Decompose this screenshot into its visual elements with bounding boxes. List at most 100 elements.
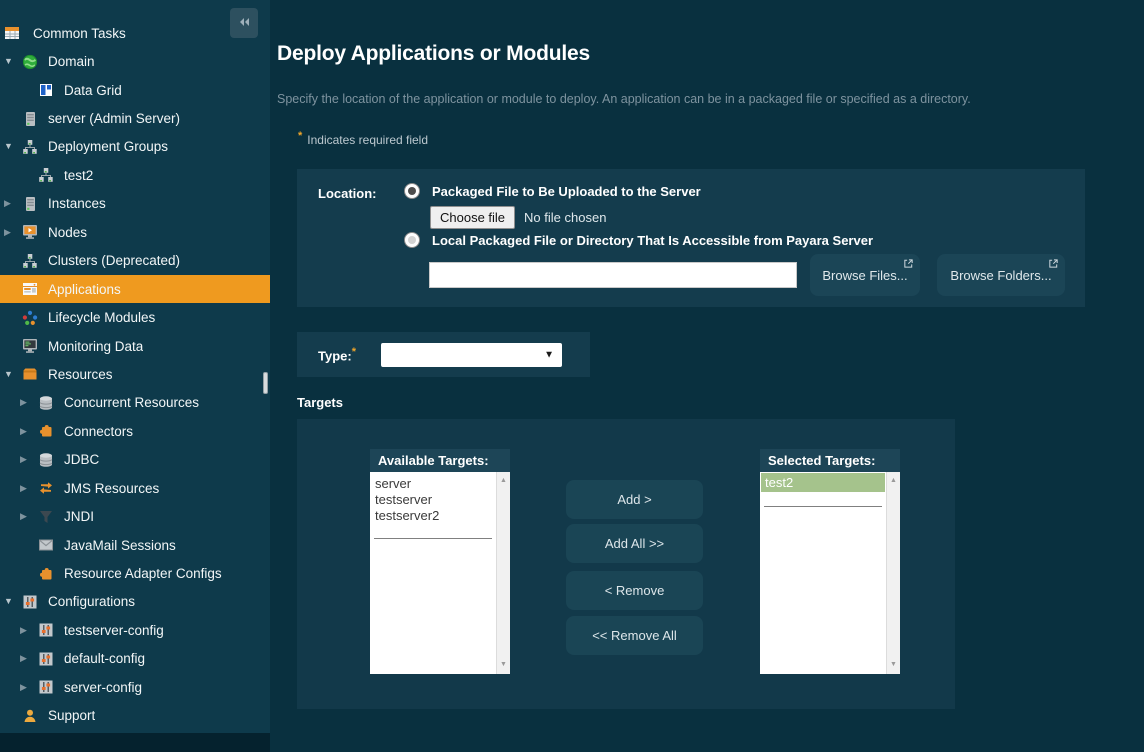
sidebar-item-resources[interactable]: ▼Resources [0, 360, 270, 388]
type-panel: Type:* ▼ [297, 332, 590, 377]
path-row: Browse Files... Browse Folders... [429, 254, 1065, 296]
config-sliders-icon [38, 679, 54, 695]
local-path-input[interactable] [429, 262, 797, 288]
page-title: Deploy Applications or Modules [277, 42, 1144, 66]
choose-file-button[interactable]: Choose file [430, 206, 515, 229]
sidebar-item-testserver-config[interactable]: ▶testserver-config [0, 616, 270, 644]
external-link-icon [1048, 258, 1059, 269]
tree-collapsed-arrow-icon[interactable]: ▶ [20, 626, 38, 635]
selected-target-item-test2[interactable]: test2 [761, 473, 885, 492]
sidebar-item-clusters-deprecated[interactable]: Clusters (Deprecated) [0, 247, 270, 275]
sidebar-item-data-grid[interactable]: Data Grid [0, 76, 270, 104]
lifecycle-icon [22, 310, 38, 326]
scroll-up-icon[interactable]: ▲ [497, 476, 510, 486]
sidebar-item-domain[interactable]: ▼ Domain [0, 47, 270, 75]
sidebar-item-label: default-config [64, 651, 145, 666]
browse-folders-button[interactable]: Browse Folders... [937, 254, 1065, 296]
required-field-note: *Indicates required field [298, 130, 1144, 147]
sidebar-item-label: Connectors [64, 424, 133, 439]
sidebar-item-jms-resources[interactable]: ▶ JMS Resources [0, 474, 270, 502]
tree-collapsed-arrow-icon[interactable]: ▶ [4, 199, 22, 208]
sidebar-item-support[interactable]: Support [0, 702, 270, 730]
config-sliders-icon [22, 594, 38, 610]
targets-heading: Targets [297, 395, 1144, 410]
file-chooser-row: Choose file No file chosen [430, 206, 606, 229]
selected-targets-box: Selected Targets: test2 ▲ ▼ [760, 449, 900, 674]
jms-arrows-icon [38, 480, 54, 496]
tree-collapsed-arrow-icon[interactable]: ▶ [20, 683, 38, 692]
scroll-down-icon[interactable]: ▼ [887, 660, 900, 670]
tree-collapsed-arrow-icon[interactable]: ▶ [20, 427, 38, 436]
sidebar-item-server-admin-server[interactable]: server (Admin Server) [0, 104, 270, 132]
selected-targets-scrollbar[interactable]: ▲ ▼ [886, 472, 900, 674]
sidebar-item-jndi[interactable]: ▶JNDI [0, 502, 270, 530]
sidebar-item-lifecycle-modules[interactable]: Lifecycle Modules [0, 303, 270, 331]
upload-radio-label: Packaged File to Be Uploaded to the Serv… [432, 184, 701, 199]
local-option-row: Local Packaged File or Directory That Is… [404, 232, 873, 248]
sidebar-item-label: server-config [64, 680, 142, 695]
tree-collapsed-arrow-icon[interactable]: ▶ [20, 398, 38, 407]
config-sliders-icon [38, 622, 54, 638]
database-icon [38, 452, 54, 468]
sidebar-item-nodes[interactable]: ▶Nodes [0, 218, 270, 246]
location-label: Location: [318, 186, 377, 201]
sidebar-scrollbar-thumb[interactable] [263, 372, 268, 394]
tree-collapsed-arrow-icon[interactable]: ▶ [4, 228, 22, 237]
dropdown-caret-icon: ▼ [544, 349, 554, 360]
sidebar-bottom-strip [0, 733, 270, 752]
transfer-buttons: Add > Add All >> < Remove << Remove All [566, 419, 703, 709]
funnel-icon [38, 509, 54, 525]
external-link-icon [903, 258, 914, 269]
available-targets-listbox[interactable]: servertestservertestserver2 ▲ ▼ [370, 472, 510, 674]
main-content: Deploy Applications or Modules Specify t… [270, 0, 1144, 752]
tree-expanded-arrow-icon[interactable]: ▼ [4, 597, 22, 606]
type-label: Type:* [318, 346, 361, 363]
sidebar-item-common-tasks[interactable]: Common Tasks [0, 19, 270, 47]
local-path-radio[interactable] [404, 232, 420, 248]
tree-collapsed-arrow-icon[interactable]: ▶ [20, 484, 38, 493]
sidebar-item-label: Configurations [48, 594, 135, 609]
tree-expanded-arrow-icon[interactable]: ▼ [4, 370, 22, 379]
sidebar-item-test2[interactable]: test2 [0, 161, 270, 189]
available-target-item-server[interactable]: server [375, 476, 496, 492]
upload-radio[interactable] [404, 183, 420, 199]
add-button[interactable]: Add > [566, 480, 703, 519]
selected-targets-listbox[interactable]: test2 ▲ ▼ [760, 472, 900, 674]
scroll-down-icon[interactable]: ▼ [497, 660, 510, 670]
remove-all-button[interactable]: << Remove All [566, 616, 703, 655]
available-target-item-testserver[interactable]: testserver [375, 492, 496, 508]
list-separator [764, 506, 882, 507]
sidebar-item-deployment-groups[interactable]: ▼Deployment Groups [0, 133, 270, 161]
sidebar-item-label: Clusters (Deprecated) [48, 253, 180, 268]
tree-collapsed-arrow-icon[interactable]: ▶ [20, 512, 38, 521]
tree-expanded-arrow-icon[interactable]: ▼ [4, 142, 22, 151]
sidebar-item-resource-adapter-configs[interactable]: Resource Adapter Configs [0, 559, 270, 587]
type-dropdown[interactable]: ▼ [381, 343, 562, 367]
scroll-up-icon[interactable]: ▲ [887, 476, 900, 486]
sidebar-item-connectors[interactable]: ▶ Connectors [0, 417, 270, 445]
monitoring-icon [22, 338, 38, 354]
tree-expanded-arrow-icon[interactable]: ▼ [4, 57, 22, 66]
sidebar-item-monitoring-data[interactable]: Monitoring Data [0, 332, 270, 360]
node-monitor-icon [22, 224, 38, 240]
sidebar-item-concurrent-resources[interactable]: ▶Concurrent Resources [0, 389, 270, 417]
sidebar-item-label: Domain [48, 54, 95, 69]
remove-button[interactable]: < Remove [566, 571, 703, 610]
sidebar-item-default-config[interactable]: ▶ default-config [0, 645, 270, 673]
add-all-button[interactable]: Add All >> [566, 524, 703, 563]
sidebar-item-applications[interactable]: Applications [0, 275, 270, 303]
cluster-tree-icon [22, 139, 38, 155]
sidebar-item-server-config[interactable]: ▶ server-config [0, 673, 270, 701]
sidebar-item-instances[interactable]: ▶Instances [0, 190, 270, 218]
sidebar-item-label: JMS Resources [64, 481, 159, 496]
sidebar-item-javamail-sessions[interactable]: JavaMail Sessions [0, 531, 270, 559]
available-targets-scrollbar[interactable]: ▲ ▼ [496, 472, 510, 674]
tree-collapsed-arrow-icon[interactable]: ▶ [20, 654, 38, 663]
sidebar-item-label: Lifecycle Modules [48, 310, 155, 325]
type-required-asterisk: * [352, 346, 356, 358]
available-target-item-testserver2[interactable]: testserver2 [375, 508, 496, 524]
tree-collapsed-arrow-icon[interactable]: ▶ [20, 455, 38, 464]
sidebar-item-jdbc[interactable]: ▶JDBC [0, 446, 270, 474]
browse-files-button[interactable]: Browse Files... [810, 254, 920, 296]
sidebar-item-configurations[interactable]: ▼ Configurations [0, 588, 270, 616]
